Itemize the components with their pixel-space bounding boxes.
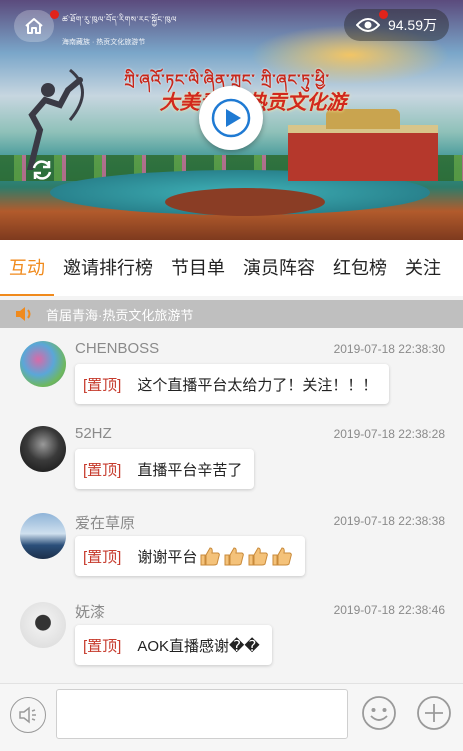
event-logo: ཚ་ཐོག་རུ་ཁུལ་བོད་རིགས་རང་སྐྱོང་ཁུལ 海南藏族 … <box>62 10 212 46</box>
username[interactable]: CHENBOSS <box>75 340 159 357</box>
home-icon <box>25 18 43 34</box>
tab-cast[interactable]: 演员阵容 <box>234 240 324 296</box>
speaker-icon <box>16 307 31 321</box>
island-scene <box>165 188 325 216</box>
username[interactable]: 52HZ <box>75 425 112 442</box>
home-button[interactable] <box>14 10 54 42</box>
username[interactable]: 妩漆 <box>75 601 105 622</box>
play-button[interactable] <box>199 86 263 150</box>
message-text: 直播平台辛苦了 <box>137 461 243 479</box>
pinned-tag: [置顶] <box>83 548 122 566</box>
thumbs-up-icon <box>200 547 221 566</box>
message-time: 2019-07-18 22:38:28 <box>333 427 445 441</box>
plus-icon[interactable] <box>416 695 452 731</box>
message-bubble[interactable]: [置顶] AOK直播感谢�� <box>75 625 272 665</box>
message-time: 2019-07-18 22:38:38 <box>333 514 445 528</box>
logo-chinese-text: 海南藏族 · 热贡文化旅游节 <box>62 39 146 46</box>
eye-icon <box>355 18 380 32</box>
chat-input[interactable] <box>56 689 348 739</box>
tab-invite-ranking[interactable]: 邀请排行榜 <box>54 240 162 296</box>
palace-building <box>288 109 438 181</box>
viewer-badge-dot <box>379 10 388 19</box>
tab-interaction[interactable]: 互动 <box>0 240 54 296</box>
username[interactable]: 爱在草原 <box>75 512 135 533</box>
notification-dot <box>50 10 59 19</box>
message-text: AOK直播感谢�� <box>137 637 260 655</box>
viewer-count-badge: 94.59万 <box>343 9 449 41</box>
message-time: 2019-07-18 22:38:46 <box>333 603 445 617</box>
pinned-tag: [置顶] <box>83 461 122 479</box>
avatar[interactable] <box>20 426 66 472</box>
message-bubble[interactable]: [置顶] 直播平台辛苦了 <box>75 449 255 489</box>
message-bubble[interactable]: [置顶] 这个直播平台太给力了！关注！！！ <box>75 364 390 404</box>
message-time: 2019-07-18 22:38:30 <box>333 342 445 356</box>
viewer-count: 94.59万 <box>387 17 437 33</box>
play-icon <box>211 98 251 138</box>
tab-red-packet-ranking[interactable]: 红包榜 <box>324 240 396 296</box>
avatar[interactable] <box>20 513 66 559</box>
pinned-tag: [置顶] <box>83 637 122 655</box>
archer-statue <box>27 68 84 170</box>
thumbs-up-icon <box>248 547 269 566</box>
chat-input-bar <box>0 683 463 751</box>
message-text: 谢谢平台 <box>137 548 198 566</box>
thumbs-up-icon <box>272 547 293 566</box>
emoji-icon[interactable] <box>361 695 397 731</box>
announcement-bar: 首届青海·热贡文化旅游节 <box>0 300 463 328</box>
voice-button[interactable] <box>10 697 46 733</box>
message-bubble[interactable]: [置顶] 谢谢平台 <box>75 536 306 576</box>
avatar[interactable] <box>20 602 66 648</box>
logo-tibetan-text: ཚ་ཐོག་རུ་ཁུལ་བོད་རིགས་རང་སྐྱོང་ཁུལ <box>62 15 177 24</box>
pinned-tag: [置顶] <box>83 376 122 394</box>
voice-icon <box>19 706 36 724</box>
announcement-text: 首届青海·热贡文化旅游节 <box>46 307 194 323</box>
thumbs-up-icon <box>224 547 245 566</box>
message-text: 这个直播平台太给力了！关注！！！ <box>137 376 378 394</box>
avatar[interactable] <box>20 341 66 387</box>
refresh-icon[interactable] <box>30 158 54 182</box>
tab-program[interactable]: 节目单 <box>162 240 234 296</box>
tab-bar: 互动 邀请排行榜 节目单 演员阵容 红包榜 关注 <box>0 240 463 296</box>
tab-follow[interactable]: 关注 <box>396 240 450 296</box>
video-player[interactable]: ཀྲི་ཞའོ་ཏང་ལི་ཞིན་ཀྲུང་ ཀྲི་ཞང་ཏུ་ཕྱི་ 大… <box>0 0 463 240</box>
